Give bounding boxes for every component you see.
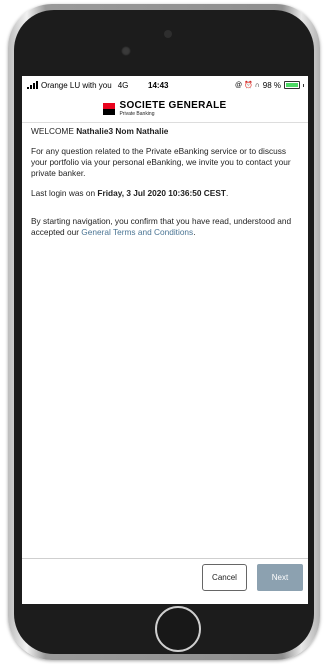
signal-icon xyxy=(27,81,38,89)
terms-suffix: . xyxy=(193,227,196,237)
last-login-prefix: Last login was on xyxy=(31,188,98,198)
last-login-value: Friday, 3 Jul 2020 10:36:50 CEST xyxy=(97,188,226,198)
brand-subtitle: Private Banking xyxy=(119,111,155,117)
terms-link[interactable]: General Terms and Conditions xyxy=(81,227,193,237)
network-type: 4G xyxy=(117,80,129,90)
welcome-prefix: WELCOME xyxy=(31,126,77,136)
welcome-user: Nathalie3 Nom Nathalie xyxy=(76,126,169,136)
status-icons: @ ⏰ ∩ xyxy=(235,82,260,89)
info-text: For any question related to the Private … xyxy=(31,146,291,178)
main-content: WELCOME Nathalie3 Nom Nathalie For any q… xyxy=(31,124,301,238)
next-button[interactable]: Next xyxy=(257,564,303,591)
carrier-name: Orange LU with you xyxy=(41,80,112,90)
terms-text: By starting navigation, you confirm that… xyxy=(31,216,301,238)
last-login: Last login was on Friday, 3 Jul 2020 10:… xyxy=(31,188,301,199)
societe-generale-logo-icon xyxy=(103,103,116,115)
home-button[interactable] xyxy=(155,606,201,652)
battery-tip xyxy=(303,83,304,87)
battery-icon xyxy=(284,81,300,89)
cancel-button[interactable]: Cancel xyxy=(202,564,247,591)
status-bar: Orange LU with you 4G 14:43 @ ⏰ ∩ 98 % xyxy=(22,76,308,94)
welcome-line: WELCOME Nathalie3 Nom Nathalie xyxy=(31,126,301,137)
brand-name: SOCIETE GENERALE xyxy=(119,100,227,111)
speaker xyxy=(164,30,172,38)
front-camera xyxy=(121,46,131,56)
last-login-suffix: . xyxy=(225,188,229,198)
app-screen: Orange LU with you 4G 14:43 @ ⏰ ∩ 98 % S… xyxy=(22,76,308,604)
status-time: 14:43 xyxy=(148,80,169,90)
battery-percent: 98 % xyxy=(262,80,281,90)
header-divider xyxy=(22,122,308,123)
app-header: SOCIETE GENERALE Private Banking xyxy=(22,96,308,122)
footer-divider xyxy=(22,558,308,559)
status-right: @ ⏰ ∩ 98 % xyxy=(235,81,304,90)
brand-logo: SOCIETE GENERALE Private Banking xyxy=(119,101,226,117)
